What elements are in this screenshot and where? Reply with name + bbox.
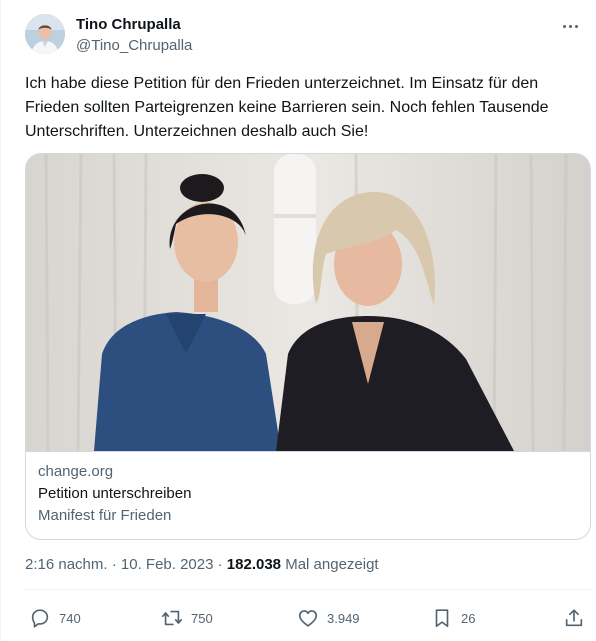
bookmark-icon	[435, 609, 449, 628]
reply-icon	[31, 609, 49, 628]
tweet: Tino Chrupalla @Tino_Chrupalla Ich habe …	[0, 0, 596, 641]
reply-button[interactable]: 740	[29, 598, 81, 638]
tweet-header: Tino Chrupalla @Tino_Chrupalla	[25, 14, 588, 58]
link-card[interactable]: change.org Petition unterschreiben Manif…	[25, 153, 591, 540]
timestamp[interactable]: 2:16 nachm. · 10. Feb. 2023 ·	[25, 556, 227, 573]
retweet-button[interactable]: 750	[161, 598, 213, 638]
action-bar: 740 750 3.949 26	[25, 598, 591, 638]
more-icon[interactable]	[560, 16, 580, 36]
like-icon	[298, 610, 318, 627]
author-name[interactable]: Tino Chrupalla	[76, 16, 192, 34]
bookmark-button[interactable]: 26	[431, 598, 475, 638]
like-button[interactable]: 3.949	[297, 598, 360, 638]
reply-count: 740	[59, 610, 81, 626]
card-meta: change.org Petition unterschreiben Manif…	[26, 451, 590, 539]
views-label: Mal angezeigt	[281, 556, 379, 573]
retweet-icon	[162, 610, 182, 626]
author-info: Tino Chrupalla @Tino_Chrupalla	[76, 16, 192, 55]
card-title[interactable]: Petition unterschreiben	[38, 484, 580, 504]
card-photo	[26, 154, 590, 452]
share-button[interactable]	[563, 598, 585, 638]
retweet-count: 750	[191, 610, 213, 626]
avatar[interactable]	[25, 14, 65, 54]
share-icon	[565, 609, 583, 627]
user-avatar	[25, 14, 65, 54]
tweet-meta: 2:16 nachm. · 10. Feb. 2023 · 182.038 Ma…	[25, 555, 379, 575]
card-domain: change.org	[38, 463, 114, 480]
views-count: 182.038	[226, 556, 282, 573]
bookmark-count: 26	[461, 610, 476, 626]
card-description: Manifest für Frieden	[38, 507, 172, 524]
author-handle[interactable]: @Tino_Chrupalla	[76, 37, 192, 55]
like-count: 3.949	[327, 610, 360, 626]
tweet-text: Ich habe diese Petition für den Frieden …	[25, 75, 554, 140]
divider	[25, 589, 591, 590]
card-image[interactable]	[26, 154, 590, 452]
